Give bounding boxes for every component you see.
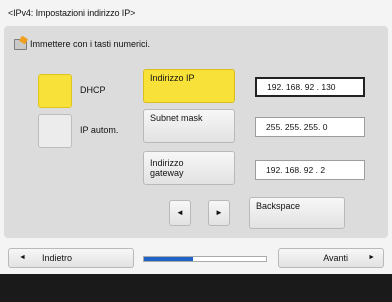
next-button[interactable]: Avanti ► [278, 248, 384, 268]
ip-address-label: Indirizzo IP [150, 73, 195, 83]
progress-bar [143, 256, 267, 262]
next-arrow-icon: ► [368, 254, 375, 261]
back-label: Indietro [41, 253, 72, 263]
ip-address-field[interactable]: 192. 168. 92 . 130 [255, 77, 365, 97]
ip-address-button[interactable]: Indirizzo IP [143, 69, 235, 103]
back-arrow-icon: ◄ [19, 254, 26, 261]
gateway-field[interactable]: 192. 168. 92 . 2 [255, 160, 365, 180]
keypad-pencil-icon [14, 35, 29, 50]
dhcp-label: DHCP [80, 85, 106, 95]
arrow-left-icon: ◄ [176, 208, 184, 217]
cursor-right-button[interactable]: ► [208, 200, 230, 226]
ip-auto-toggle[interactable] [38, 114, 72, 148]
subnet-mask-field[interactable]: 255. 255. 255. 0 [255, 117, 365, 137]
page-title: <IPv4: Impostazioni indirizzo IP> [8, 8, 136, 18]
footer-bar [0, 274, 392, 302]
gateway-button[interactable]: Indirizzo gateway [143, 151, 235, 185]
instruction: Immettere con i tasti numerici. [14, 35, 151, 50]
gateway-label: Indirizzo gateway [150, 158, 184, 178]
subnet-mask-label: Subnet mask [150, 113, 203, 123]
subnet-mask-button[interactable]: Subnet mask [143, 109, 235, 143]
ip-auto-label: IP autom. [80, 125, 119, 135]
progress-fill [144, 257, 193, 261]
next-label: Avanti [323, 253, 349, 263]
dhcp-toggle[interactable] [38, 74, 72, 108]
arrow-right-icon: ► [215, 208, 223, 217]
cursor-left-button[interactable]: ◄ [169, 200, 191, 226]
instruction-text: Immettere con i tasti numerici. [30, 39, 151, 49]
back-button[interactable]: ◄ Indietro [8, 248, 134, 268]
backspace-button[interactable]: Backspace [249, 197, 345, 229]
backspace-label: Backspace [256, 201, 301, 211]
